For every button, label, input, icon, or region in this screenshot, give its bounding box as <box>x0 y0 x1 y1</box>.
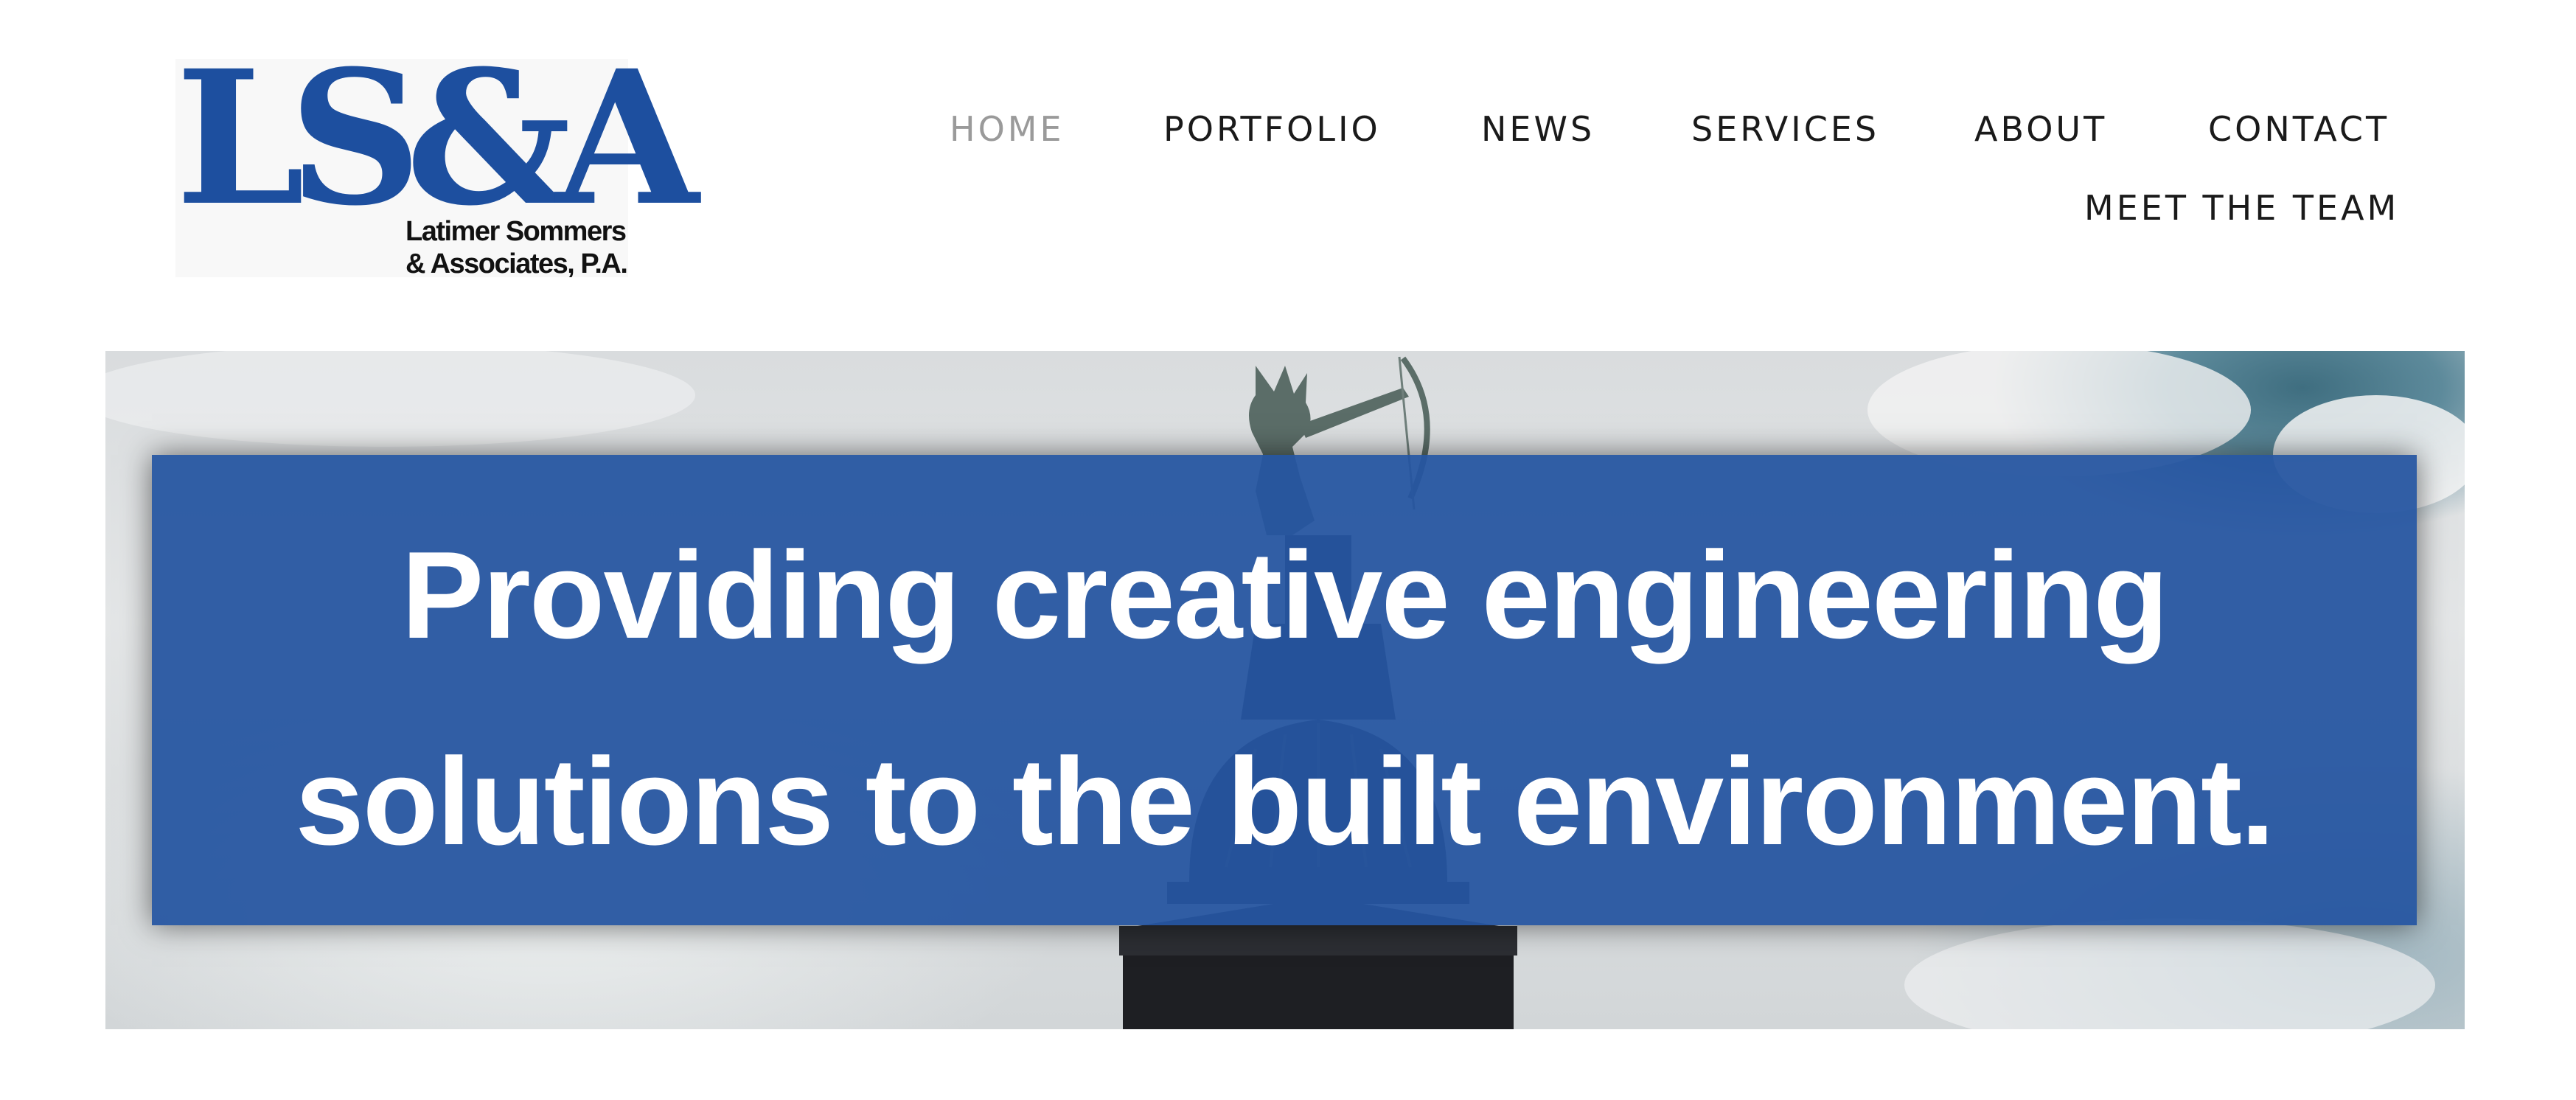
company-logo[interactable]: LS&A Latimer Sommers & Associates, P.A. <box>175 46 699 280</box>
nav-news[interactable]: NEWS <box>1481 112 1595 146</box>
logo-company-name: Latimer Sommers & Associates, P.A. <box>405 215 628 280</box>
nav-contact[interactable]: CONTACT <box>2208 112 2389 146</box>
nav-about[interactable]: ABOUT <box>1974 112 2107 146</box>
hero-banner: Providing creative engineering solutions… <box>152 455 2417 925</box>
logo-name-line1: Latimer Sommers <box>405 216 627 247</box>
hero-tagline-line1: Providing creative engineering <box>401 526 2168 664</box>
page: LS&A Latimer Sommers & Associates, P.A. … <box>0 0 2576 1100</box>
hero-section: Providing creative engineering solutions… <box>105 351 2465 1029</box>
logo-name-line2: & Associates, P.A. <box>405 248 628 279</box>
nav-services[interactable]: SERVICES <box>1691 112 1879 146</box>
nav-home[interactable]: HOME <box>950 112 1065 146</box>
nav-meet-the-team[interactable]: MEET THE TEAM <box>2084 191 2399 225</box>
hero-tagline-line2: solutions to the built environment. <box>295 732 2274 871</box>
logo-mark: LS&A <box>175 29 699 246</box>
hero-tagline: Providing creative engineering solutions… <box>152 492 2417 905</box>
nav-portfolio[interactable]: PORTFOLIO <box>1163 112 1381 146</box>
